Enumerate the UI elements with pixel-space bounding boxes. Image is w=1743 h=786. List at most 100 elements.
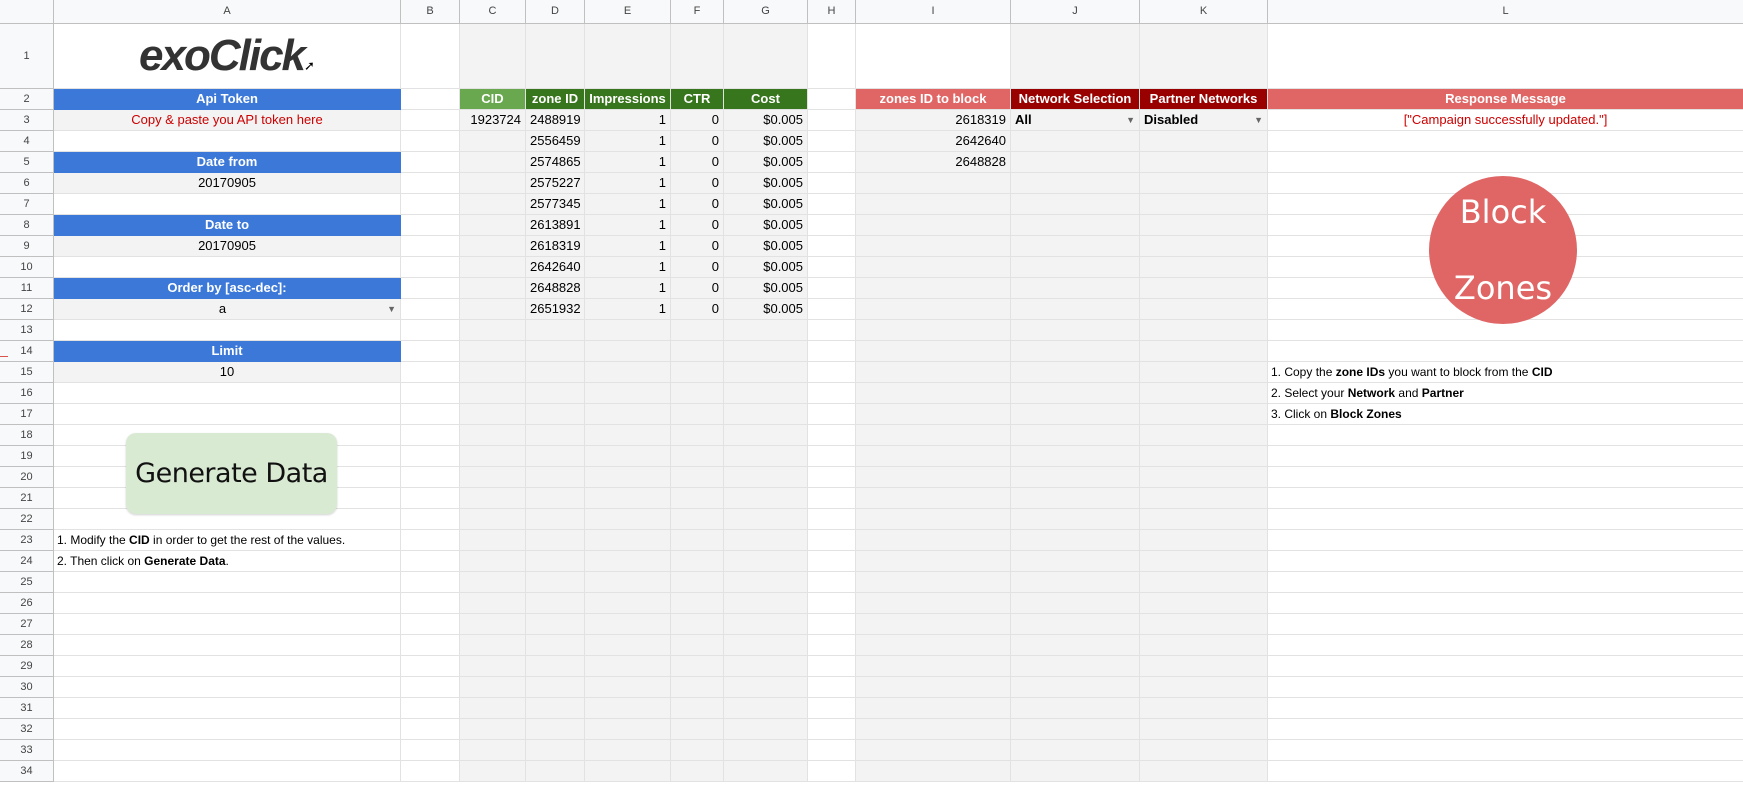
cell[interactable] — [1140, 257, 1268, 278]
date-from-input[interactable]: 20170905 — [54, 173, 401, 194]
cost-cell[interactable]: $0.005 — [724, 110, 808, 131]
column-header-i[interactable]: I — [856, 0, 1011, 24]
cell[interactable] — [54, 614, 401, 635]
cell[interactable] — [671, 677, 724, 698]
cell[interactable] — [856, 488, 1011, 509]
cell[interactable] — [671, 551, 724, 572]
cell[interactable] — [808, 467, 856, 488]
cell[interactable] — [808, 698, 856, 719]
cell[interactable] — [460, 236, 526, 257]
cell[interactable] — [585, 24, 671, 89]
column-header-c[interactable]: C — [460, 0, 526, 24]
zone-id-cell[interactable]: 2618319 — [526, 236, 585, 257]
cell[interactable] — [401, 446, 460, 467]
cell[interactable] — [460, 530, 526, 551]
cell[interactable] — [856, 551, 1011, 572]
cell[interactable] — [1140, 24, 1268, 89]
cell[interactable] — [1268, 530, 1743, 551]
row-header-11[interactable]: 11 — [0, 278, 54, 299]
row-header-22[interactable]: 22 — [0, 509, 54, 530]
cell[interactable] — [1011, 740, 1140, 761]
cost-cell[interactable]: $0.005 — [724, 278, 808, 299]
row-header-26[interactable]: 26 — [0, 593, 54, 614]
cell[interactable] — [526, 698, 585, 719]
impressions-cell[interactable]: 1 — [585, 173, 671, 194]
cell[interactable] — [856, 236, 1011, 257]
cell[interactable] — [1011, 257, 1140, 278]
cell[interactable] — [401, 383, 460, 404]
ctr-cell[interactable]: 0 — [671, 215, 724, 236]
cell[interactable] — [856, 299, 1011, 320]
cell[interactable] — [808, 404, 856, 425]
cell[interactable] — [1140, 215, 1268, 236]
row-header-14[interactable]: 14 — [0, 341, 54, 362]
cell[interactable] — [460, 551, 526, 572]
order-by-dropdown[interactable]: a ▼ — [54, 299, 401, 320]
cell[interactable] — [1268, 572, 1743, 593]
cell[interactable] — [808, 215, 856, 236]
cell[interactable] — [54, 383, 401, 404]
cell[interactable] — [1011, 320, 1140, 341]
cell[interactable] — [808, 572, 856, 593]
zone-id-cell[interactable]: 2574865 — [526, 152, 585, 173]
cell[interactable] — [671, 593, 724, 614]
cell[interactable] — [808, 278, 856, 299]
cell[interactable] — [401, 656, 460, 677]
row-header-24[interactable]: 24 — [0, 551, 54, 572]
cell[interactable] — [460, 572, 526, 593]
cell[interactable] — [856, 635, 1011, 656]
cell[interactable] — [1140, 131, 1268, 152]
cell[interactable] — [54, 761, 401, 782]
cell[interactable] — [460, 320, 526, 341]
cell[interactable] — [401, 131, 460, 152]
cell[interactable] — [856, 530, 1011, 551]
cell[interactable] — [808, 446, 856, 467]
row-header-19[interactable]: 19 — [0, 446, 54, 467]
cell[interactable] — [460, 152, 526, 173]
cell[interactable] — [401, 740, 460, 761]
cell[interactable] — [724, 551, 808, 572]
row-header-12[interactable]: 12 — [0, 299, 54, 320]
row-header-16[interactable]: 16 — [0, 383, 54, 404]
cell[interactable] — [526, 656, 585, 677]
cell[interactable] — [585, 488, 671, 509]
cost-cell[interactable]: $0.005 — [724, 236, 808, 257]
zone-id-cell[interactable]: 2613891 — [526, 215, 585, 236]
cell[interactable] — [808, 656, 856, 677]
cell[interactable] — [1268, 551, 1743, 572]
zone-id-cell[interactable]: 2575227 — [526, 173, 585, 194]
cell[interactable] — [1140, 278, 1268, 299]
cell[interactable] — [401, 488, 460, 509]
row-header-33[interactable]: 33 — [0, 740, 54, 761]
cell[interactable] — [1140, 194, 1268, 215]
cell[interactable] — [856, 656, 1011, 677]
impressions-cell[interactable]: 1 — [585, 236, 671, 257]
cell[interactable] — [526, 551, 585, 572]
ctr-cell[interactable]: 0 — [671, 257, 724, 278]
ctr-cell[interactable]: 0 — [671, 152, 724, 173]
cell[interactable] — [1268, 488, 1743, 509]
cell[interactable] — [585, 509, 671, 530]
cell[interactable] — [724, 320, 808, 341]
cell[interactable] — [460, 761, 526, 782]
cell[interactable] — [1011, 24, 1140, 89]
cell[interactable] — [585, 425, 671, 446]
impressions-cell[interactable]: 1 — [585, 194, 671, 215]
cell[interactable] — [671, 719, 724, 740]
cell[interactable] — [401, 320, 460, 341]
cell[interactable] — [526, 740, 585, 761]
cell[interactable] — [724, 467, 808, 488]
dropdown-arrow-icon[interactable]: ▼ — [1126, 110, 1135, 130]
cell[interactable] — [1140, 173, 1268, 194]
cell[interactable] — [1011, 593, 1140, 614]
row-header-30[interactable]: 30 — [0, 677, 54, 698]
ctr-cell[interactable]: 0 — [671, 194, 724, 215]
cell[interactable] — [1268, 761, 1743, 782]
cell[interactable] — [1011, 404, 1140, 425]
cell[interactable] — [401, 152, 460, 173]
cell[interactable] — [585, 740, 671, 761]
row-header-2[interactable]: 2 — [0, 89, 54, 110]
cell[interactable] — [1011, 236, 1140, 257]
cell[interactable] — [401, 278, 460, 299]
cell[interactable] — [585, 383, 671, 404]
